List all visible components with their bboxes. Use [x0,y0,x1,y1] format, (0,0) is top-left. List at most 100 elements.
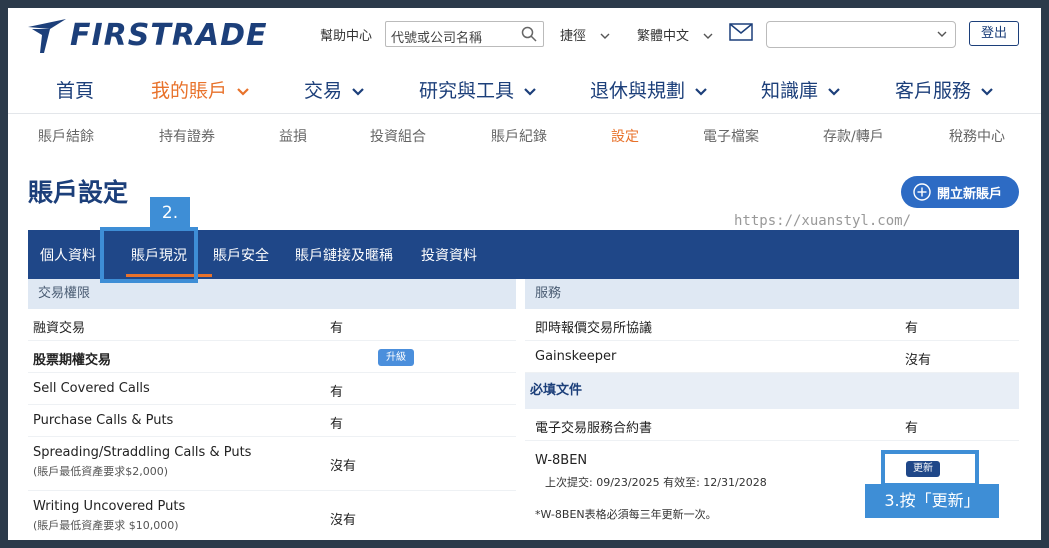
nav-my-account[interactable]: 我的賬戶 [151,76,249,103]
chevron-down-icon [828,87,840,96]
row-value: 沒有 [330,513,357,528]
subnav-balances[interactable]: 賬戶結餘 [38,126,94,146]
nav-label: 交易 [304,80,343,102]
row-note: (賬戶最低資產要求$2,000) [33,465,169,478]
account-select[interactable] [766,21,956,48]
w8ben-note: *W-8BEN表格必須每三年更新一次。 [535,508,717,521]
tab-investment-profile[interactable]: 投資資料 [421,245,477,265]
subnav-history[interactable]: 賬戶紀錄 [491,126,547,146]
table-row: 融資交易 有 [28,309,516,341]
subnav-e-documents[interactable]: 電子檔案 [703,126,759,146]
row-value: 有 [330,417,344,432]
page-title: 賬戶設定 [28,178,129,207]
upgrade-button[interactable]: 升級 [378,349,414,366]
section-header: 服務 [525,279,1019,309]
chevron-down-icon [981,87,993,96]
tab-account-links-nicknames[interactable]: 賬戶鏈接及暱稱 [295,245,393,265]
table-row: Writing Uncovered Puts (賬戶最低資產要求 $10,000… [28,491,516,540]
nav-research-tools[interactable]: 研究與工具 [419,76,536,103]
step-3-callout: 3.按「更新」 [865,484,999,518]
row-value: 沒有 [905,353,932,368]
subnav-settings[interactable]: 設定 [611,126,639,146]
table-row: 股票期權交易 升級 [28,341,516,373]
nav-customer-service[interactable]: 客戶服務 [895,76,993,103]
browser-page: FIRSTRADE 幫助中心 代號或公司名稱 捷徑 繁體中文 登出 首頁 我的賬… [8,8,1041,540]
nav-label: 退休與規劃 [590,80,686,102]
firstrade-logo[interactable]: FIRSTRADE [28,18,268,53]
search-icon[interactable] [521,26,537,42]
sub-nav: 賬戶結餘 持有證券 益損 投資組合 賬戶紀錄 設定 電子檔案 存款/轉戶 稅務中… [8,118,1041,152]
chevron-down-icon [600,33,610,39]
quick-links-dropdown[interactable]: 捷徑 [560,25,610,44]
plus-circle-icon [913,183,931,201]
row-label: 融資交易 [33,321,86,336]
logo-text: FIRSTRADE [70,18,268,53]
open-new-account-label: 開立新賬戶 [937,186,1003,202]
nav-label: 我的賬戶 [151,80,228,102]
step-3-highlight-box [881,450,979,487]
symbol-search-input[interactable]: 代號或公司名稱 [385,21,544,47]
trading-permissions-table: 交易權限 融資交易 有 股票期權交易 升級 Sell Covered Calls… [28,279,516,540]
table-row: Gainskeeper 沒有 [525,341,1019,373]
w8ben-dates: 上次提交: 09/23/2025 有效至: 12/31/2028 [545,476,767,489]
nav-home[interactable]: 首頁 [56,76,94,103]
row-label: 電子交易服務合約書 [535,421,653,436]
nav-label: 知識庫 [761,80,819,102]
subnav-portfolio[interactable]: 投資組合 [370,126,426,146]
step-2-highlight-box [100,227,198,283]
watermark-url: https://xuanstyl.com/ [734,213,912,229]
nav-trade[interactable]: 交易 [304,76,364,103]
row-label: Spreading/Straddling Calls & Puts [33,445,252,460]
chevron-down-icon [237,87,249,96]
help-center-link[interactable]: 幫助中心 [320,25,372,44]
row-note: (賬戶最低資產要求 $10,000) [33,519,179,532]
row-label: 即時報價交易所協議 [535,321,653,336]
row-label: Sell Covered Calls [33,381,150,396]
logout-button[interactable]: 登出 [969,21,1019,46]
chevron-down-icon [524,87,536,96]
logo-mark-icon [28,18,66,53]
chevron-down-icon [937,31,947,37]
nav-label: 首頁 [56,80,95,102]
row-label: Purchase Calls & Puts [33,413,174,428]
subnav-positions[interactable]: 持有證券 [159,126,215,146]
table-row: Purchase Calls & Puts 有 [28,405,516,437]
row-value: 沒有 [330,459,357,474]
row-label: 股票期權交易 [33,353,112,368]
quick-links-label: 捷徑 [560,29,587,44]
required-documents-header: 必填文件 [525,373,1019,409]
tab-account-security[interactable]: 賬戶安全 [213,245,269,265]
table-row: 電子交易服務合約書 有 [525,409,1019,441]
tab-personal-info[interactable]: 個人資料 [40,245,96,265]
table-row: Sell Covered Calls 有 [28,373,516,405]
nav-knowledge-base[interactable]: 知識庫 [761,76,840,103]
row-label: Writing Uncovered Puts [33,499,186,514]
chevron-down-icon [695,87,707,96]
w8ben-title: W-8BEN [535,453,588,468]
top-bar: FIRSTRADE 幫助中心 代號或公司名稱 捷徑 繁體中文 登出 [8,8,1041,64]
mail-icon[interactable] [729,23,753,41]
table-row: Spreading/Straddling Calls & Puts (賬戶最低資… [28,437,516,491]
nav-retirement-planning[interactable]: 退休與規劃 [590,76,707,103]
chevron-down-icon [703,33,713,39]
search-placeholder: 代號或公司名稱 [391,31,483,46]
open-new-account-button[interactable]: 開立新賬戶 [901,176,1019,208]
main-nav: 首頁 我的賬戶 交易 研究與工具 退休與規劃 知識庫 客戶服務 [8,68,1041,112]
nav-label: 研究與工具 [419,80,515,102]
row-value: 有 [330,385,344,400]
section-header: 交易權限 [28,279,516,309]
language-dropdown[interactable]: 繁體中文 [637,25,713,44]
row-value: 有 [905,421,919,436]
nav-label: 客戶服務 [895,80,972,102]
subnav-tax-center[interactable]: 稅務中心 [949,126,1005,146]
row-value: 有 [905,321,919,336]
language-label: 繁體中文 [637,29,690,44]
step-2-callout: 2. [150,197,190,230]
row-label: Gainskeeper [535,349,617,364]
row-value: 有 [330,321,344,336]
subnav-deposit-transfer[interactable]: 存款/轉戶 [823,126,884,146]
subnav-gain-loss[interactable]: 益損 [279,126,307,146]
table-row: 即時報價交易所協議 有 [525,309,1019,341]
nav-divider [8,113,1041,114]
chevron-down-icon [352,87,364,96]
